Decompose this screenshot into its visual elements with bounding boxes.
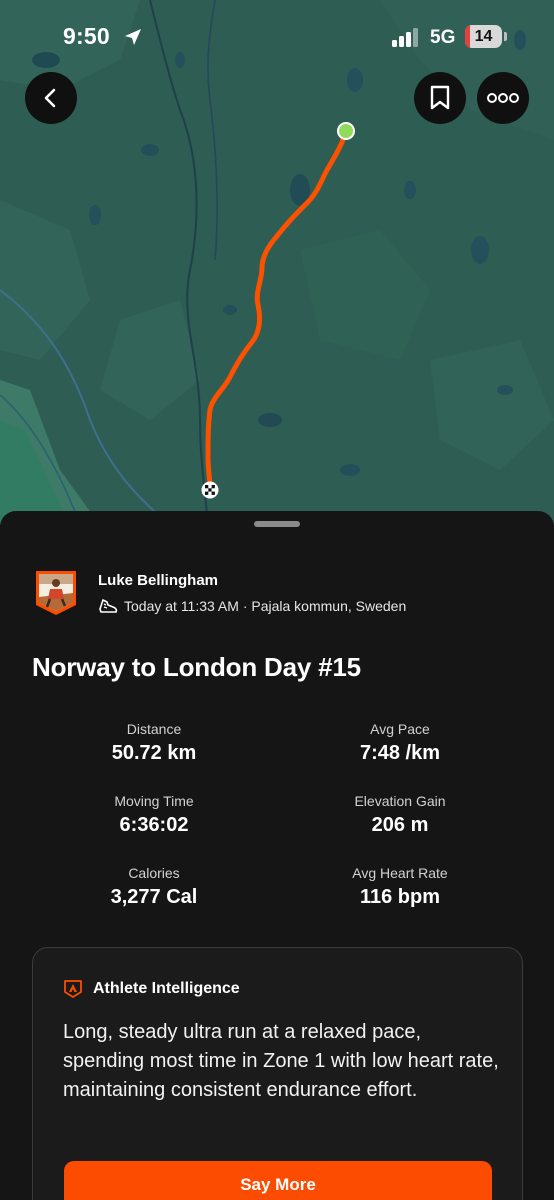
say-more-button[interactable]: Say More [64,1161,492,1200]
status-time: 9:50 [63,23,110,49]
more-options-button[interactable] [477,72,529,124]
stat-value: 116 bpm [359,886,441,908]
sheet-drag-handle[interactable] [254,521,300,527]
athlete-intelligence-title: Athlete Intelligence [93,980,240,997]
battery-cap [504,32,507,41]
athlete-intelligence-card: Athlete Intelligence Long, steady ultra … [32,947,523,1200]
network-type: 5G [430,27,456,48]
stat-label: Calories [128,865,180,881]
stat-value: 3,277 Cal [110,886,198,908]
stat-moving-time: Moving Time 6:36:02 [54,793,254,837]
stat-distance: Distance 50.72 km [54,721,254,765]
athlete-intelligence-icon [64,980,82,998]
stat-value: 6:36:02 [119,814,189,836]
battery-icon: 14 [465,25,502,48]
stat-value: 206 m [371,814,429,836]
battery-level: 14 [474,28,493,45]
stat-label: Avg Heart Rate [352,865,448,881]
save-route-button[interactable] [414,72,466,124]
athlete-name[interactable]: Luke Bellingham [98,572,218,589]
signal-icon [392,28,418,47]
stat-label: Distance [126,721,182,737]
location-arrow-icon [125,29,141,45]
bookmark-icon [430,85,450,110]
map-terrain [0,0,554,525]
back-button[interactable] [25,72,77,124]
athlete-intelligence-summary: Long, steady ultra run at a relaxed pace… [63,1021,499,1101]
stat-elevation-gain: Elevation Gain 206 m [300,793,500,837]
activity-date-location: Today at 11:33 AM · Pajala kommun, Swede… [124,598,407,614]
more-dots-icon [487,93,519,103]
activity-sheet: Luke Bellingham Today at 11:33 AM · Paja… [0,511,554,1200]
stat-label: Moving Time [114,793,194,809]
stat-label: Elevation Gain [354,793,446,809]
stat-avg-heart-rate: Avg Heart Rate 116 bpm [300,865,500,909]
running-shoe-icon [99,599,118,613]
route-map[interactable] [0,0,554,525]
stat-calories: Calories 3,277 Cal [54,865,254,909]
stat-value: 7:48 /km [359,742,441,764]
stat-value: 50.72 km [111,742,197,764]
athlete-intelligence-header: Athlete Intelligence [63,979,240,999]
activity-title: Norway to London Day #15 [32,652,361,682]
status-bar: 9:50 5G 14 [0,0,554,75]
stat-label: Avg Pace [370,721,430,737]
chevron-left-icon [44,88,56,108]
stat-avg-pace: Avg Pace 7:48 /km [300,721,500,765]
start-marker [337,122,355,140]
activity-meta: Today at 11:33 AM · Pajala kommun, Swede… [98,597,406,615]
avatar[interactable] [34,569,78,617]
checkered-flag-icon [201,481,219,499]
